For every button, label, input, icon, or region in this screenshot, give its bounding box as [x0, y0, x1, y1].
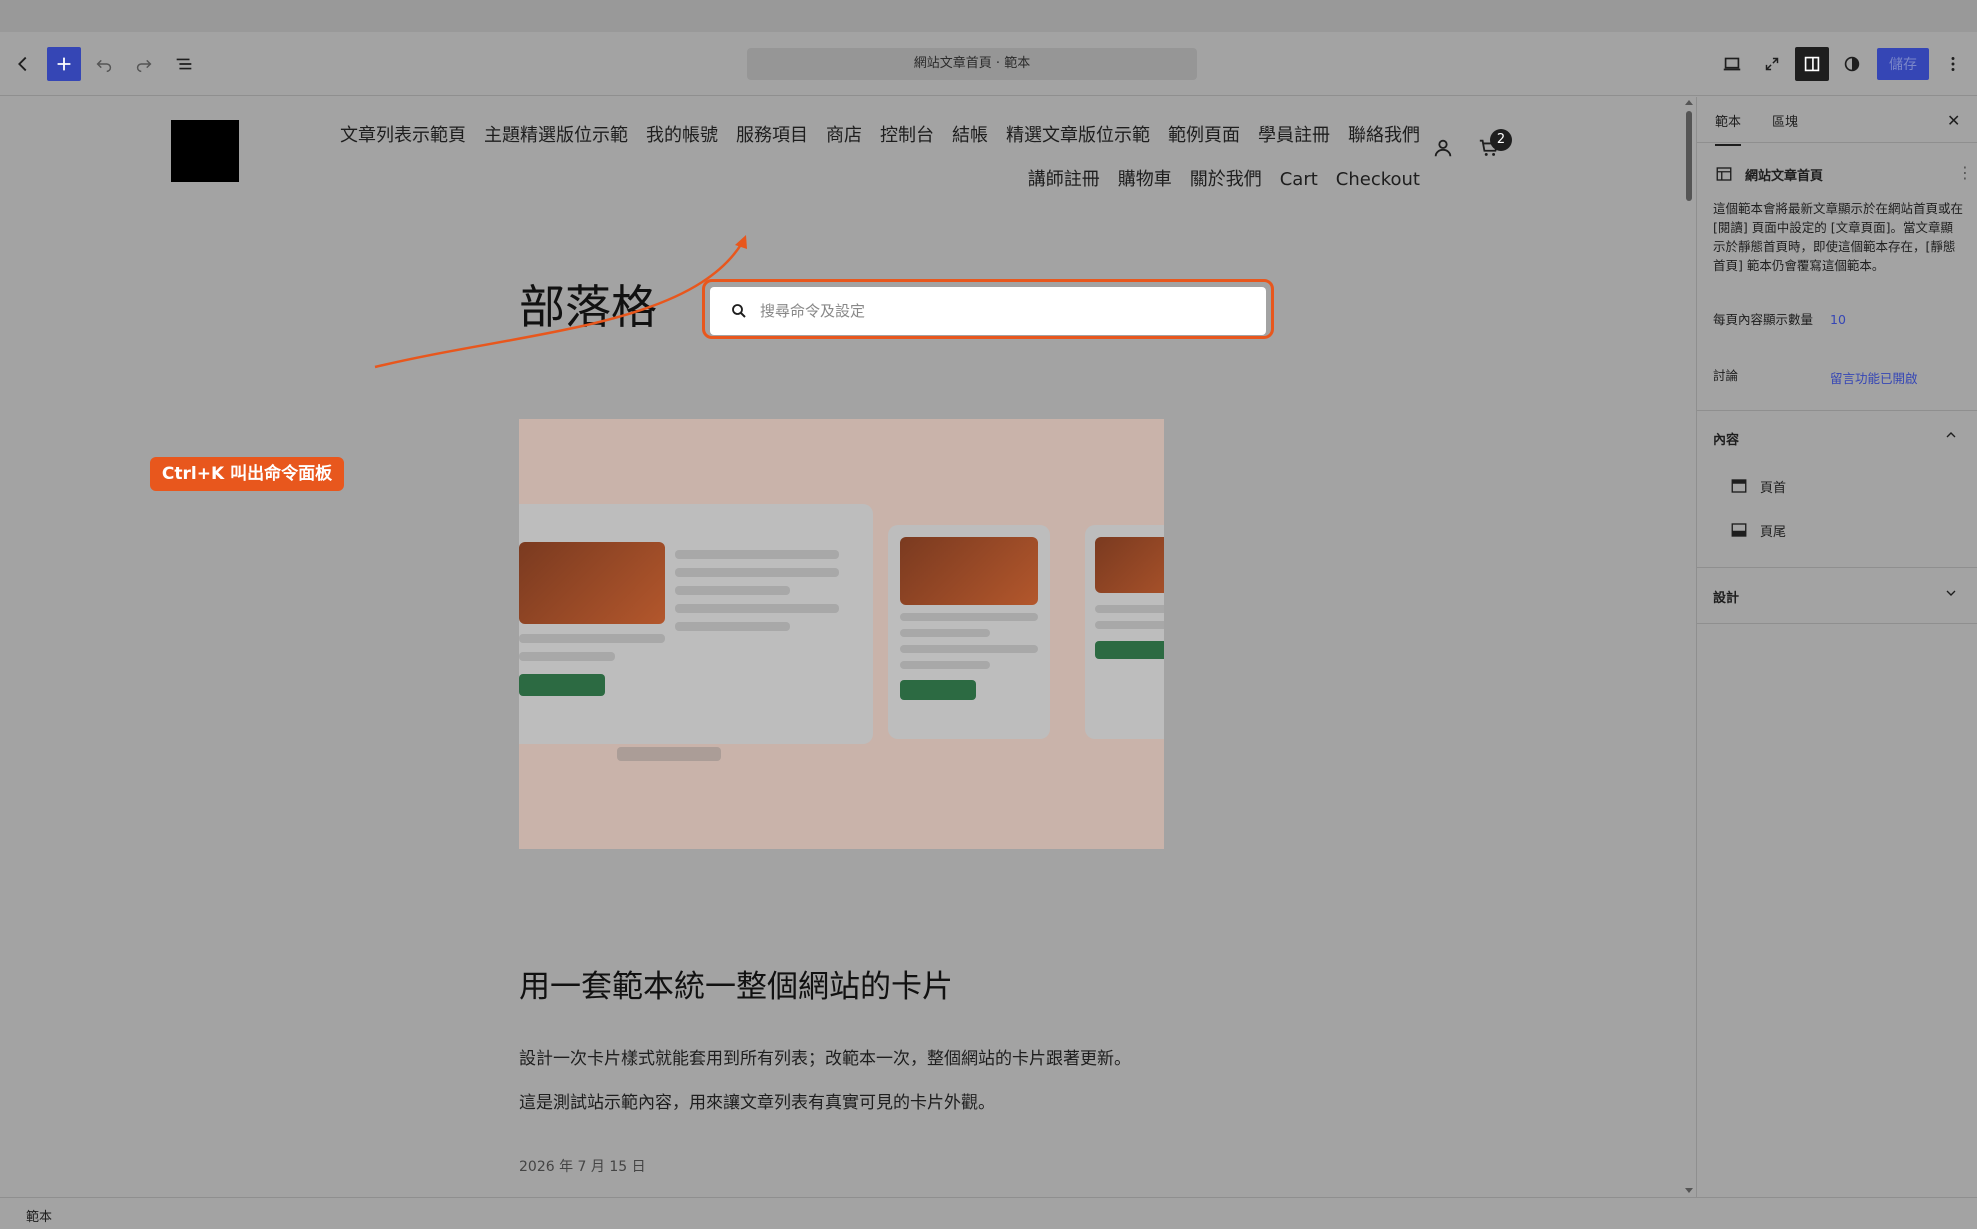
design-panel-title[interactable]: 設計	[1713, 587, 1739, 606]
back-icon[interactable]	[6, 47, 40, 81]
nav-link[interactable]: 購物車	[1118, 169, 1172, 190]
posts-per-page-label: 每頁內容顯示數量	[1713, 312, 1814, 327]
nav-link[interactable]: Cart	[1280, 169, 1318, 190]
nav-link[interactable]: 服務項目	[736, 125, 808, 146]
plus-icon	[57, 57, 71, 71]
chevron-up-icon[interactable]	[1943, 427, 1959, 443]
settings-sidebar-button[interactable]	[1795, 47, 1829, 81]
nav-link[interactable]: Checkout	[1336, 169, 1420, 190]
undo-button[interactable]	[87, 47, 121, 81]
template-header: 網站文章首頁 ⋮	[1715, 163, 1973, 187]
editor-canvas[interactable]: 文章列表示範頁 主題精選版位示範 我的帳號 服務項目 商店 控制台 結帳 精選文章版位示範 範例…	[0, 97, 1683, 1197]
footer-icon	[1731, 523, 1747, 537]
content-panel-title[interactable]: 內容	[1713, 429, 1739, 448]
sidebar-icon	[1804, 56, 1820, 72]
nav-link[interactable]: 控制台	[880, 125, 934, 146]
list-view-icon	[176, 58, 192, 70]
post-title[interactable]: 用一套範本統一整個網站的卡片	[519, 961, 953, 1006]
redo-icon	[136, 59, 152, 73]
post-date[interactable]: 2026 年 7 月 15 日	[519, 1156, 646, 1176]
editor-toolbar: 網站文章首頁 · 範本 儲存	[0, 32, 1977, 96]
page-heading[interactable]: 部落格	[519, 271, 657, 337]
more-options-icon	[1951, 57, 1955, 71]
illustration-card	[1085, 525, 1164, 739]
cart-count-badge: 2	[1490, 129, 1512, 151]
search-icon	[732, 304, 746, 318]
sidebar-tabs: 範本 區塊 ✕	[1697, 97, 1977, 146]
tab-block[interactable]: 區塊	[1772, 111, 1798, 130]
nav-link[interactable]: 精選文章版位示範	[1006, 125, 1150, 146]
browser-top-strip	[0, 0, 1977, 32]
post-excerpt[interactable]: 設計一次卡片樣式就能套用到所有列表；改範本一次，整個網站的卡片跟著更新。 這是測…	[519, 1037, 1239, 1125]
command-palette-box	[710, 287, 1266, 335]
divider	[1697, 410, 1977, 411]
nav-link[interactable]: 學員註冊	[1258, 125, 1330, 146]
nav-link[interactable]: 商店	[826, 125, 862, 146]
content-item-label: 頁首	[1760, 481, 1787, 496]
more-options-icon[interactable]: ⋮	[1957, 163, 1973, 182]
add-block-button[interactable]	[47, 47, 81, 81]
nav-link[interactable]: 主題精選版位示範	[484, 125, 628, 146]
nav-link[interactable]: 範例頁面	[1168, 125, 1240, 146]
document-title[interactable]: 網站文章首頁 · 範本	[747, 48, 1197, 80]
nav-link[interactable]: 結帳	[952, 125, 988, 146]
scroll-thumb[interactable]	[1686, 111, 1692, 201]
list-view-button[interactable]	[167, 47, 201, 81]
redo-button[interactable]	[127, 47, 161, 81]
command-search-input[interactable]	[760, 295, 1250, 327]
illustration-card	[888, 525, 1050, 739]
save-button[interactable]: 儲存	[1877, 48, 1929, 80]
divider	[1697, 567, 1977, 568]
excerpt-line: 設計一次卡片樣式就能套用到所有列表；改範本一次，整個網站的卡片跟著更新。	[519, 1049, 1131, 1069]
nav-link[interactable]: 關於我們	[1190, 169, 1262, 190]
fullscreen-button[interactable]	[1755, 47, 1789, 81]
command-palette	[702, 279, 1274, 339]
chevron-down-icon[interactable]	[1943, 585, 1959, 601]
scroll-up-arrow[interactable]	[1685, 100, 1693, 105]
close-icon[interactable]: ✕	[1947, 111, 1960, 130]
fullscreen-icon	[1765, 57, 1779, 71]
posts-per-page-value[interactable]: 10	[1830, 312, 1846, 327]
desktop-view-icon	[1723, 57, 1741, 71]
nav-link[interactable]: 聯絡我們	[1348, 125, 1420, 146]
header-icon	[1731, 479, 1747, 493]
excerpt-line: 這是測試站示範內容，用來讓文章列表有真實可見的卡片外觀。	[519, 1093, 995, 1113]
more-options-button[interactable]	[1936, 47, 1970, 81]
settings-sidebar: 範本 區塊 ✕ 網站文章首頁 ⋮ 這個範本會將最新文章顯示於在網站首頁或在 [閱…	[1696, 97, 1977, 1197]
divider	[1697, 623, 1977, 624]
content-item-label: 頁尾	[1760, 525, 1787, 540]
status-bar: 範本	[0, 1197, 1977, 1229]
layout-icon	[1716, 167, 1732, 181]
account-icon[interactable]	[1432, 137, 1454, 159]
illustration-card	[519, 504, 873, 744]
nav-row-1: 文章列表示範頁 主題精選版位示範 我的帳號 服務項目 商店 控制台 結帳 精選文章版位示範 範例…	[322, 114, 1420, 158]
styles-button[interactable]	[1835, 47, 1869, 81]
desktop-view-button[interactable]	[1715, 47, 1749, 81]
breadcrumb[interactable]: 範本	[26, 1206, 52, 1225]
undo-icon	[96, 59, 112, 73]
site-logo[interactable]	[171, 120, 239, 182]
discussion-value[interactable]: 留言功能已開啟	[1830, 368, 1918, 387]
nav-link[interactable]: 講師註冊	[1028, 169, 1100, 190]
canvas-scrollbar[interactable]	[1683, 97, 1696, 1197]
featured-image[interactable]	[519, 419, 1164, 849]
template-title: 網站文章首頁	[1745, 169, 1824, 184]
discussion-label: 討論	[1713, 368, 1739, 383]
nav-link[interactable]: 文章列表示範頁	[340, 125, 466, 146]
scroll-down-arrow[interactable]	[1685, 1188, 1693, 1193]
tab-template[interactable]: 範本	[1715, 111, 1742, 146]
contrast-icon	[1844, 56, 1860, 72]
template-description: 這個範本會將最新文章顯示於在網站首頁或在 [閱讀] 頁面中設定的 [文章頁面]。…	[1713, 201, 1964, 273]
nav-row-2: 講師註冊 購物車 關於我們 Cart Checkout	[1010, 158, 1420, 202]
annotation-label: Ctrl+K 叫出命令面板	[150, 457, 344, 491]
nav-link[interactable]: 我的帳號	[646, 125, 718, 146]
